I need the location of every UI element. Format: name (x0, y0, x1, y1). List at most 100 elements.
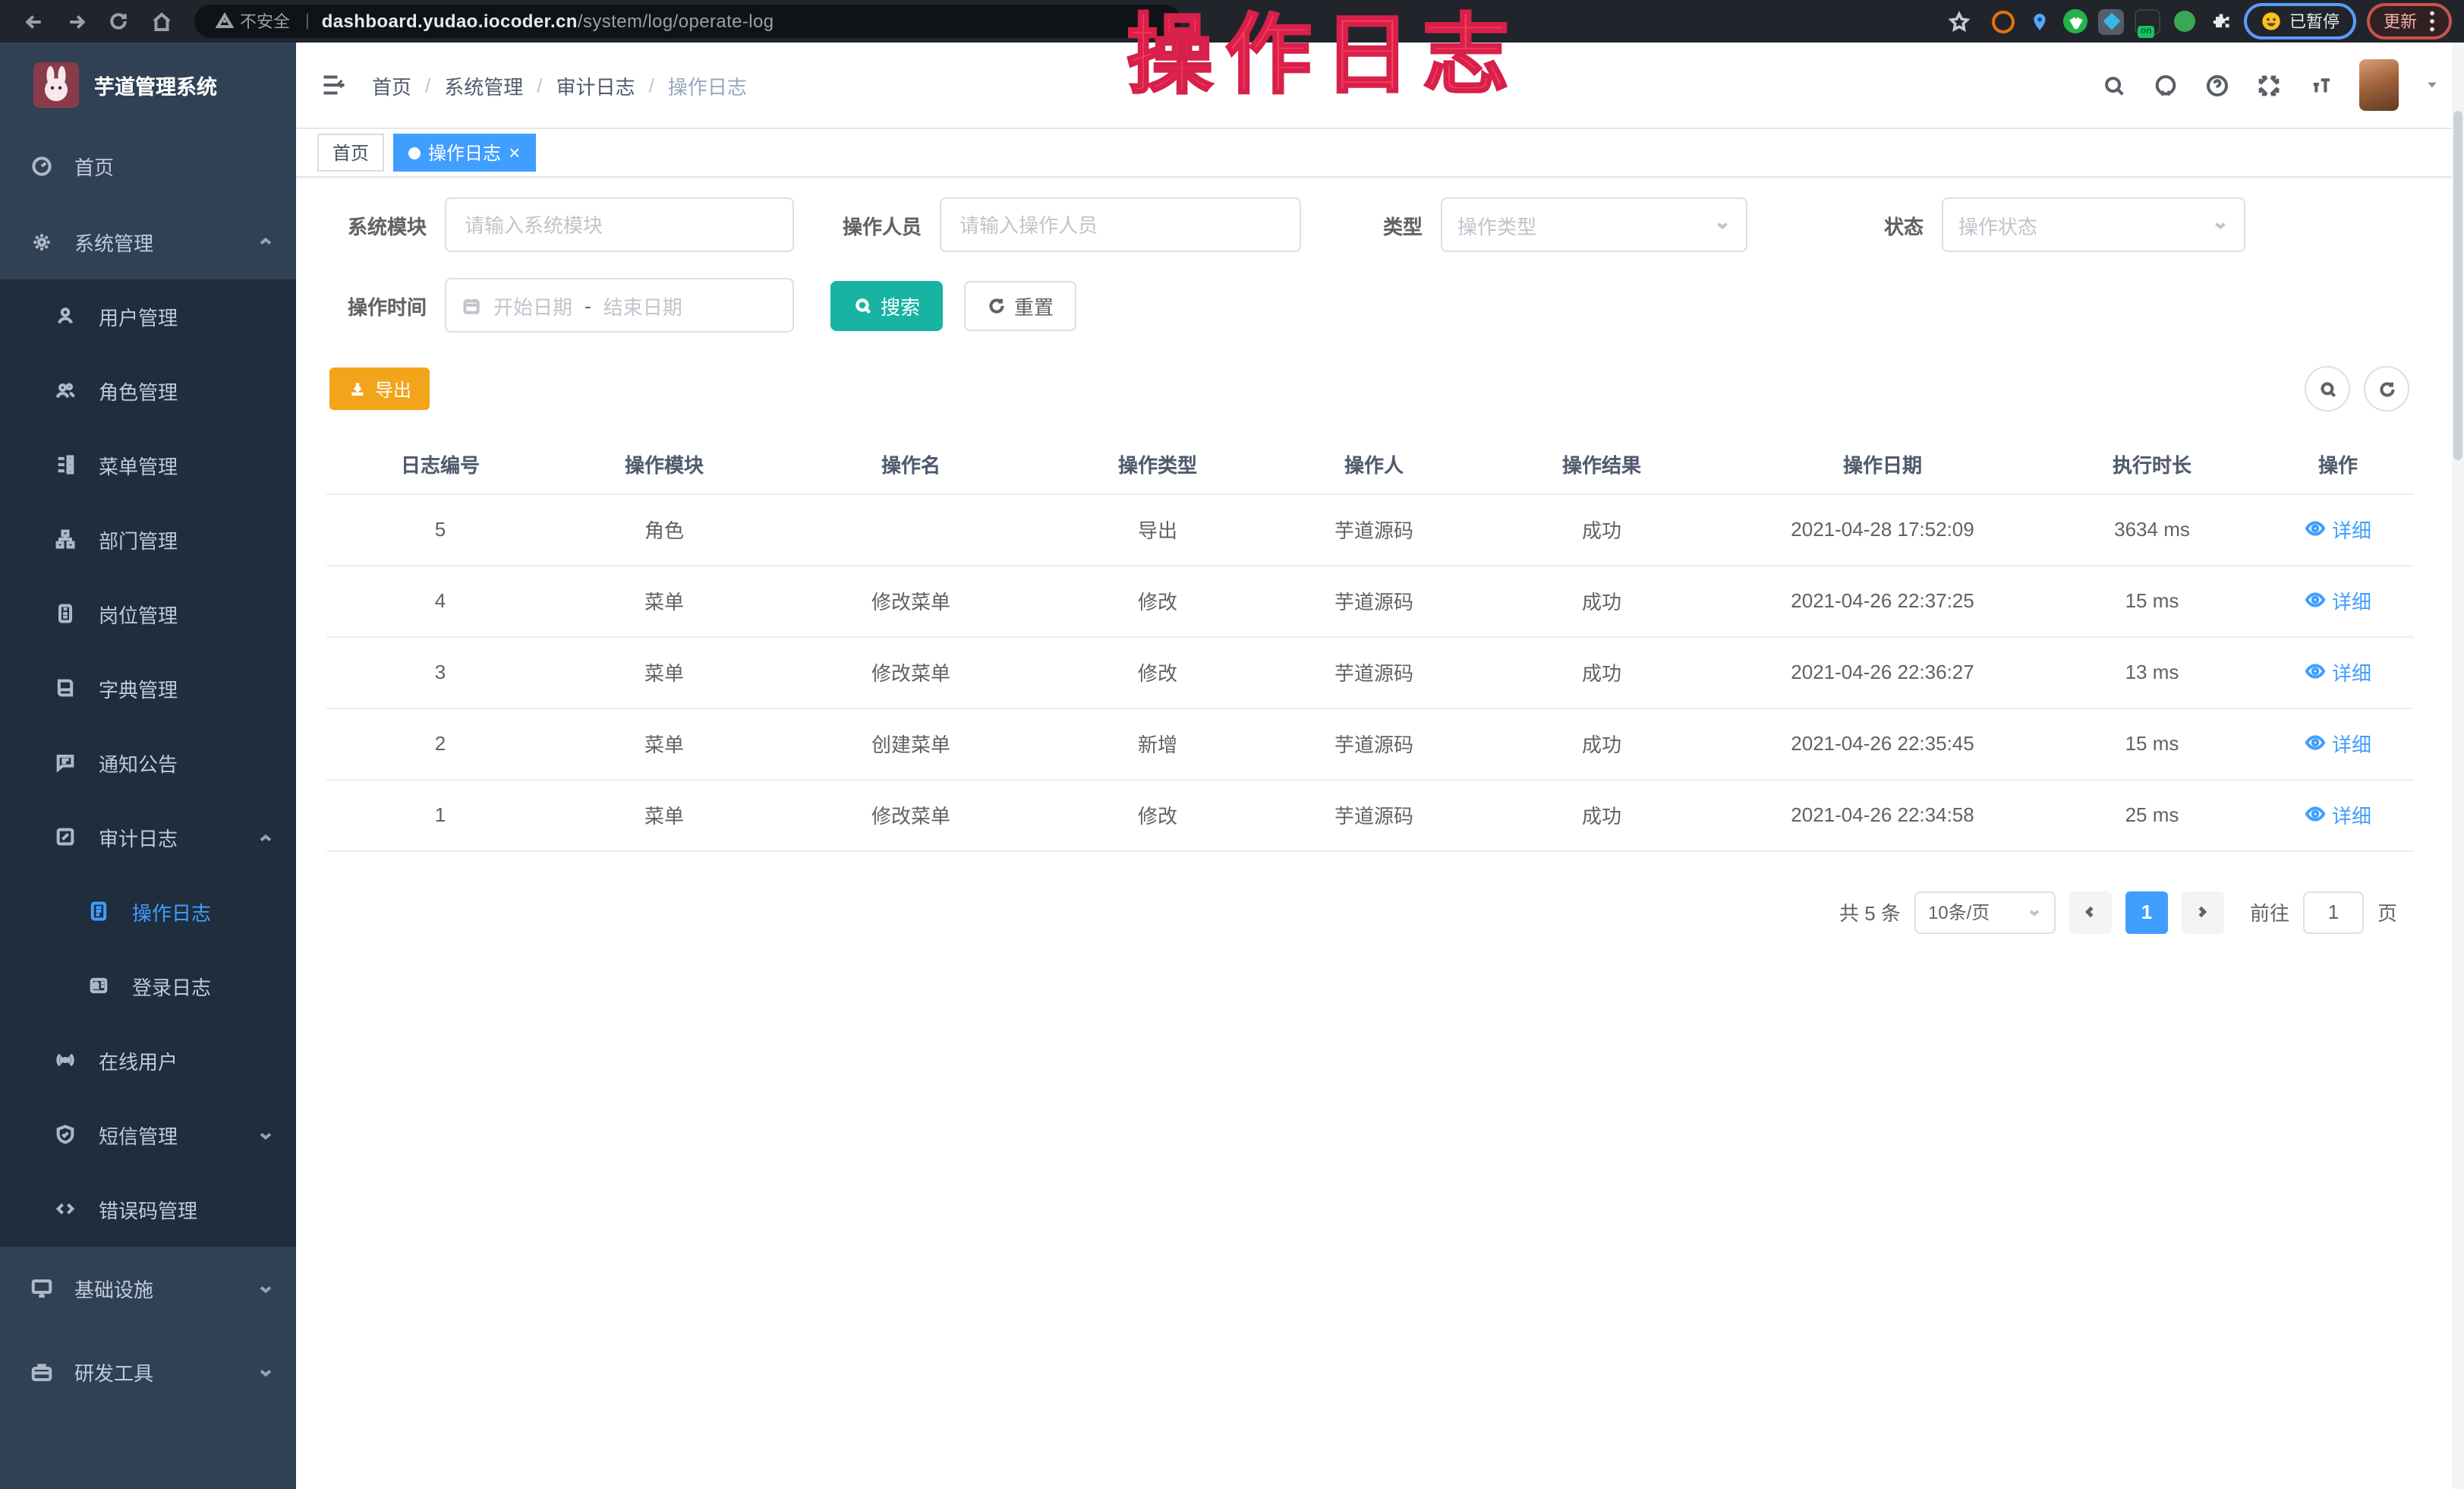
github-icon[interactable] (2153, 72, 2179, 98)
sidebar-item-roles[interactable]: 角色管理 (0, 354, 296, 428)
address-bar[interactable]: 不安全 | dashboard.yudao.iocoder.cn/system/… (194, 5, 1181, 38)
next-page-button[interactable] (2182, 891, 2224, 933)
sidebar-item-system[interactable]: 系统管理 (0, 203, 296, 279)
back-icon[interactable] (17, 5, 50, 38)
sidebar-item-login-log[interactable]: 登录日志 (0, 949, 296, 1024)
sidebar-item-label: 角色管理 (99, 377, 178, 405)
breadcrumb-system[interactable]: 系统管理 (444, 71, 523, 99)
gear-icon (30, 230, 53, 253)
export-button[interactable]: 导出 (329, 368, 430, 410)
detail-link[interactable]: 详细 (2305, 800, 2371, 829)
cell-log-id: 5 (326, 494, 554, 565)
sidebar-item-dev-tools[interactable]: 研发工具 (0, 1330, 296, 1414)
status-select[interactable]: 操作状态 (1942, 197, 2245, 252)
cell-module: 菜单 (554, 779, 774, 850)
home-icon[interactable] (144, 5, 178, 38)
sidebar-item-error-code[interactable]: 错误码管理 (0, 1172, 296, 1247)
type-select[interactable]: 操作类型 (1441, 197, 1747, 252)
extension-pin-icon[interactable] (2027, 8, 2053, 34)
search-button[interactable]: 搜索 (830, 280, 943, 330)
users-group-icon (55, 380, 77, 402)
end-date-placeholder[interactable]: 结束日期 (603, 291, 682, 320)
cell-log-id: 2 (326, 708, 554, 779)
reset-button[interactable]: 重置 (964, 280, 1076, 330)
refresh-table-button[interactable] (2364, 366, 2409, 412)
eye-icon (2305, 519, 2326, 540)
forward-icon[interactable] (59, 5, 93, 38)
tag-label: 首页 (332, 140, 369, 166)
message-icon (55, 752, 77, 774)
cell-result: 成功 (1480, 565, 1723, 636)
extension-green-icon[interactable] (2171, 8, 2197, 34)
calendar-icon (462, 295, 481, 315)
sidebar-item-menus[interactable]: 菜单管理 (0, 428, 296, 503)
close-icon[interactable]: × (509, 143, 520, 162)
breadcrumb-audit[interactable]: 审计日志 (556, 71, 635, 99)
sidebar-item-depts[interactable]: 部门管理 (0, 503, 296, 577)
sidebar-item-audit-log[interactable]: 审计日志 (0, 800, 296, 875)
scrollbar-thumb[interactable] (2453, 111, 2462, 460)
cell-operator: 芋道源码 (1268, 779, 1480, 850)
url-text: dashboard.yudao.iocoder.cn/system/log/op… (322, 11, 774, 32)
detail-label: 详细 (2332, 515, 2371, 544)
tag-operate-log[interactable]: 操作日志 × (393, 134, 535, 172)
reload-icon[interactable] (102, 5, 135, 38)
avatar[interactable] (2359, 59, 2399, 111)
sidebar-item-label: 基础设施 (74, 1274, 153, 1303)
cell-log-id: 1 (326, 779, 554, 850)
bookmark-star-icon[interactable] (1942, 5, 1975, 38)
cell-module: 菜单 (554, 708, 774, 779)
page-size-select[interactable]: 10条/页 (1914, 891, 2056, 933)
extension-orange-icon[interactable] (1990, 8, 2016, 34)
sidebar-item-notice[interactable]: 通知公告 (0, 726, 296, 800)
extension-dark-icon[interactable]: on (2135, 8, 2160, 34)
url-domain: dashboard.yudao.iocoder.cn (322, 11, 578, 32)
profile-chip[interactable]: 已暂停 (2244, 3, 2356, 39)
current-page-button[interactable]: 1 (2125, 891, 2168, 933)
extension-diamond-icon[interactable] (2098, 8, 2124, 34)
avatar-caret-icon[interactable] (2425, 77, 2440, 93)
col-module: 操作模块 (554, 436, 774, 494)
audit-edit-icon (55, 826, 77, 849)
module-input[interactable] (445, 197, 794, 252)
detail-link[interactable]: 详细 (2305, 586, 2371, 615)
chevron-up-icon (257, 828, 275, 847)
sidebar-item-operate-log[interactable]: 操作日志 (0, 875, 296, 949)
tag-home[interactable]: 首页 (317, 134, 384, 172)
table-row: 1 菜单 修改菜单 修改 芋道源码 成功 2021-04-26 22:34:58… (326, 779, 2414, 850)
logo-row[interactable]: 芋道管理系统 (0, 43, 296, 128)
detail-link[interactable]: 详细 (2305, 658, 2371, 686)
scrollbar[interactable] (2452, 43, 2464, 1489)
search-icon[interactable] (2101, 72, 2127, 98)
sidebar-toggle-icon[interactable] (320, 71, 348, 99)
security-indicator[interactable]: 不安全 | (216, 9, 322, 33)
sidebar-item-dict[interactable]: 字典管理 (0, 651, 296, 726)
prev-page-button[interactable] (2069, 891, 2112, 933)
sidebar-item-posts[interactable]: 岗位管理 (0, 577, 296, 651)
address-divider: | (305, 12, 310, 30)
sidebar-item-online-users[interactable]: 在线用户 (0, 1024, 296, 1098)
table-toolbar: 导出 (329, 366, 2409, 412)
cell-type: 新增 (1048, 708, 1268, 779)
detail-link[interactable]: 详细 (2305, 515, 2371, 544)
start-date-placeholder[interactable]: 开始日期 (493, 291, 572, 320)
browser-update-button[interactable]: 更新 (2367, 3, 2452, 39)
sidebar-item-sms[interactable]: 短信管理 (0, 1098, 296, 1172)
breadcrumb-home[interactable]: 首页 (372, 71, 411, 99)
detail-link[interactable]: 详细 (2305, 729, 2371, 758)
sidebar-item-label: 短信管理 (99, 1121, 178, 1150)
goto-page-input[interactable] (2303, 891, 2364, 933)
date-range-picker[interactable]: 开始日期 - 结束日期 (445, 278, 794, 333)
sidebar-item-infrastructure[interactable]: 基础设施 (0, 1247, 296, 1330)
toggle-search-button[interactable] (2305, 366, 2350, 412)
help-icon[interactable] (2204, 72, 2230, 98)
cell-name: 创建菜单 (774, 708, 1048, 779)
sidebar-item-home[interactable]: 首页 (0, 128, 296, 203)
col-action: 操作 (2262, 436, 2414, 494)
extension-green-v-icon[interactable] (2063, 9, 2087, 33)
sidebar-item-users[interactable]: 用户管理 (0, 279, 296, 354)
fullscreen-icon[interactable] (2256, 72, 2282, 98)
extensions-puzzle-icon[interactable] (2207, 8, 2233, 34)
operator-input[interactable] (940, 197, 1301, 252)
font-size-icon[interactable] (2308, 72, 2333, 98)
